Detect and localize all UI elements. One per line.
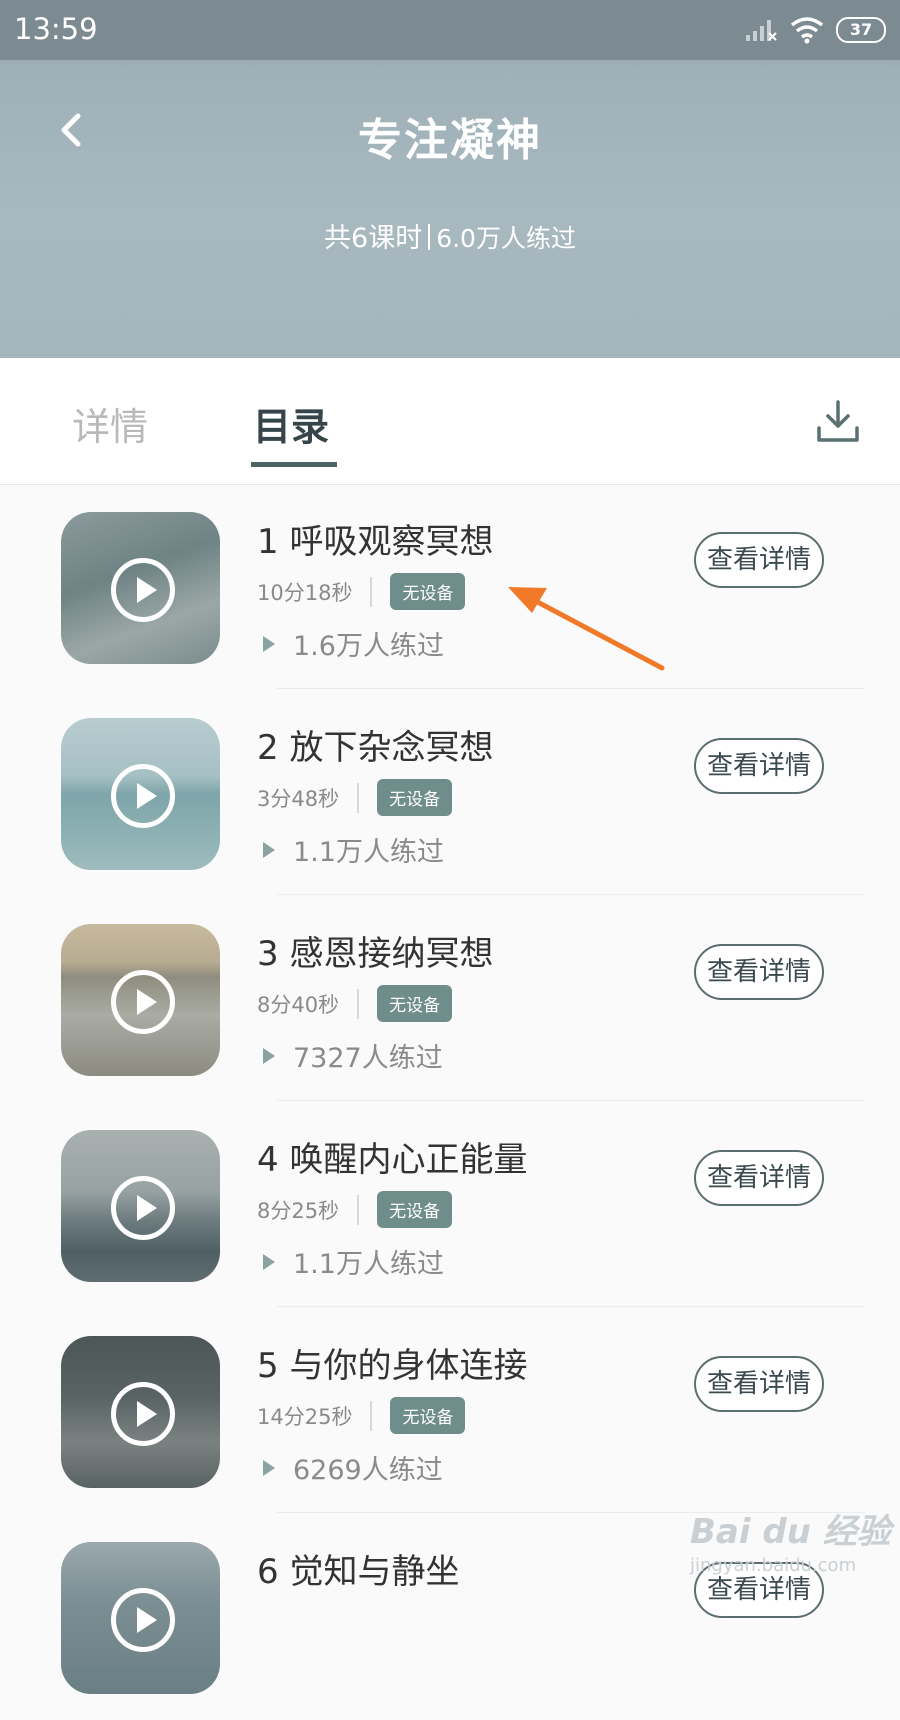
- equipment-badge: 无设备: [390, 1397, 466, 1434]
- lesson-duration: 8分25秒: [257, 1198, 340, 1223]
- view-details-button[interactable]: 查看详情: [694, 1150, 824, 1206]
- lesson-item[interactable]: 3 感恩接纳冥想 8分40秒 无设备 7327人练过 查看详情: [0, 896, 900, 1102]
- play-count: 6269人练过: [293, 1455, 443, 1486]
- row-divider: [277, 1306, 865, 1307]
- lesson-meta: 14分25秒 无设备: [257, 1397, 466, 1434]
- lesson-duration: 3分48秒: [257, 786, 340, 811]
- lesson-thumbnail[interactable]: [61, 1130, 220, 1282]
- play-icon[interactable]: [111, 764, 175, 828]
- lesson-thumbnail[interactable]: [61, 1336, 220, 1488]
- equipment-badge: 无设备: [377, 1191, 453, 1228]
- lesson-title: 2 放下杂念冥想: [257, 728, 494, 768]
- view-details-button[interactable]: 查看详情: [694, 944, 824, 1000]
- lesson-meta: 8分25秒 无设备: [257, 1191, 453, 1228]
- row-divider: [277, 894, 865, 895]
- play-count-icon: [263, 1253, 275, 1270]
- annotation-arrow-icon: [508, 587, 665, 671]
- watermark-logo: Bai du 经验: [690, 1512, 891, 1552]
- lesson-item[interactable]: 2 放下杂念冥想 3分48秒 无设备 1.1万人练过 查看详情: [0, 690, 900, 896]
- lesson-title: 3 感恩接纳冥想: [257, 934, 494, 974]
- play-icon[interactable]: [111, 1588, 175, 1652]
- play-count: 7327人练过: [293, 1043, 443, 1074]
- lesson-item[interactable]: 5 与你的身体连接 14分25秒 无设备 6269人练过 查看详情: [0, 1308, 900, 1514]
- play-count: 1.1万人练过: [293, 1249, 444, 1280]
- equipment-badge: 无设备: [377, 985, 453, 1022]
- lesson-plays: 6269人练过: [263, 1448, 443, 1487]
- play-icon[interactable]: [111, 1176, 175, 1240]
- watermark-url: jingyan.baidu.com: [690, 1555, 857, 1576]
- lesson-title: 5 与你的身体连接: [257, 1346, 528, 1386]
- lesson-duration: 14分25秒: [257, 1404, 353, 1429]
- play-icon[interactable]: [111, 1382, 175, 1446]
- lesson-meta: 3分48秒 无设备: [257, 779, 453, 816]
- view-details-button[interactable]: 查看详情: [694, 738, 824, 794]
- lesson-thumbnail[interactable]: [61, 924, 220, 1076]
- meta-divider: [357, 782, 360, 813]
- lesson-thumbnail[interactable]: [61, 718, 220, 870]
- meta-divider: [357, 988, 360, 1019]
- play-count-icon: [263, 841, 275, 858]
- play-count-icon: [263, 1459, 275, 1476]
- row-divider: [277, 1100, 865, 1101]
- meta-divider: [357, 1194, 360, 1225]
- lesson-plays: 7327人练过: [263, 1036, 443, 1075]
- lesson-plays: 1.1万人练过: [263, 830, 444, 869]
- play-count: 1.1万人练过: [293, 837, 444, 868]
- lesson-title: 6 觉知与静坐: [257, 1552, 460, 1592]
- lesson-item[interactable]: 4 唤醒内心正能量 8分25秒 无设备 1.1万人练过 查看详情: [0, 1102, 900, 1308]
- view-details-button[interactable]: 查看详情: [694, 1356, 824, 1412]
- lesson-plays: 1.1万人练过: [263, 1242, 444, 1281]
- equipment-badge: 无设备: [377, 779, 453, 816]
- lesson-title: 4 唤醒内心正能量: [257, 1140, 528, 1180]
- watermark: Bai du 经验 jingyan.baidu.com: [690, 1504, 891, 1576]
- lesson-thumbnail[interactable]: [61, 1542, 220, 1694]
- meta-divider: [370, 1400, 373, 1431]
- play-icon[interactable]: [111, 970, 175, 1034]
- play-count-icon: [263, 1047, 275, 1064]
- lesson-duration: 8分40秒: [257, 992, 340, 1017]
- lesson-meta: 8分40秒 无设备: [257, 985, 453, 1022]
